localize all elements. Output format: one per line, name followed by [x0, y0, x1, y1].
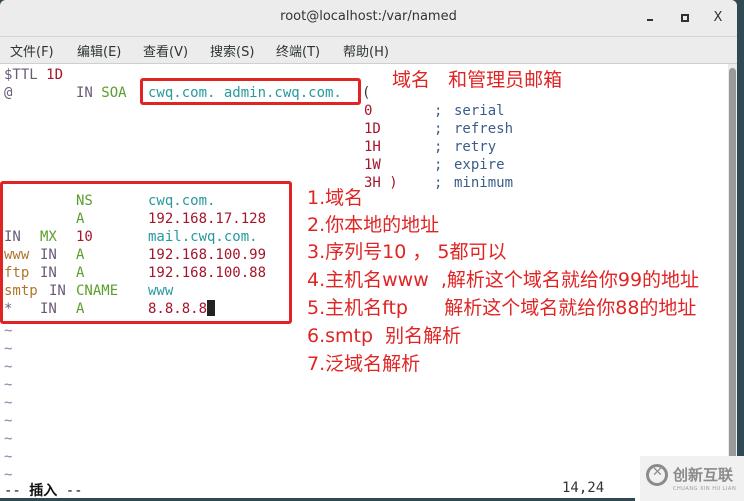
menu-help[interactable]: 帮助(H) [343, 41, 389, 60]
maximize-icon [681, 14, 689, 22]
soa-annotation: 域名 和管理员邮箱 [392, 69, 563, 91]
cursor-position: 14,24 [562, 480, 605, 496]
menu-search[interactable]: 搜索(S) [210, 41, 254, 60]
minimize-button[interactable] [640, 8, 660, 28]
watermark-subtext: CHUANG XIN HU LIAN [673, 486, 737, 492]
insert-mode-indicator: 插入 [29, 483, 58, 499]
soa-line: @ [4, 84, 12, 102]
soa-serial-comment-char: ; [434, 103, 443, 119]
mode-prefix: -- [4, 483, 30, 499]
soa-minimum-value: 3H ) [364, 175, 398, 191]
soa-retry-comment: retry [454, 139, 497, 155]
soa-serial-value: 0 [364, 103, 373, 119]
annotation-2: 2.你本地的地址 [307, 214, 440, 236]
ttl-value: 1D [46, 67, 64, 83]
soa-type: SOA [101, 85, 127, 101]
soa-expire-value: 1W [364, 157, 381, 173]
annotation-3: 3.序列号10 ， 5都可以 [307, 241, 507, 263]
soa-expire-comment-char: ; [434, 157, 443, 173]
soa-serial-comment: serial [454, 103, 505, 119]
annotation-7: 7.泛域名解析 [307, 353, 421, 375]
soa-minimum-comment-char: ; [434, 175, 443, 191]
vim-status-line: -- 插入 -- [4, 480, 83, 499]
window-title: root@localhost:/var/named [280, 9, 457, 24]
empty-line-marker: ~ [4, 413, 13, 429]
soa-retry-comment-char: ; [434, 139, 443, 155]
minimize-icon [647, 19, 653, 21]
empty-line-marker: ~ [4, 377, 13, 393]
close-button[interactable]: X [708, 8, 728, 28]
empty-line-marker: ~ [4, 395, 13, 411]
annotation-6: 6.smtp 别名解析 [307, 325, 462, 347]
annotation-5: 5.主机名ftp 解析这个域名就给你88的地址 [307, 297, 697, 319]
soa-refresh-comment-char: ; [434, 121, 443, 137]
soa-highlight-box [140, 78, 361, 105]
soa-class-type: IN SOA [76, 84, 127, 102]
menu-file[interactable]: 文件(F) [10, 41, 54, 60]
empty-line-marker: ~ [4, 341, 13, 357]
menu-edit[interactable]: 编辑(E) [77, 41, 121, 60]
ttl-line: $TTL 1D [4, 66, 63, 84]
records-highlight-box [0, 181, 292, 324]
empty-line-marker: ~ [4, 359, 13, 375]
menu-view[interactable]: 查看(V) [143, 41, 188, 60]
ttl-directive: $TTL [4, 67, 38, 83]
terminal-window: root@localhost:/var/named X 文件(F) 编辑(E) … [0, 0, 737, 501]
origin-symbol: @ [4, 85, 13, 101]
soa-open-paren: ( [362, 85, 371, 101]
empty-line-marker: ~ [4, 431, 13, 447]
soa-refresh-value: 1D [364, 121, 381, 137]
watermark-text: 创新互联 [673, 466, 734, 484]
empty-line-marker: ~ [4, 323, 13, 339]
annotation-4: 4.主机名www ,解析这个域名就给你99的地址 [307, 269, 700, 291]
menu-bar: 文件(F) 编辑(E) 查看(V) 搜索(S) 终端(T) 帮助(H) [0, 37, 737, 64]
soa-minimum-comment: minimum [454, 175, 514, 191]
vertical-scrollbar[interactable] [728, 64, 737, 494]
watermark-logo-icon [646, 464, 668, 486]
mode-suffix: -- [57, 483, 83, 499]
annotation-1: 1.域名 [307, 187, 364, 209]
soa-refresh-comment: refresh [454, 121, 514, 137]
title-bar[interactable]: root@localhost:/var/named X [0, 0, 737, 37]
empty-line-marker: ~ [4, 449, 13, 465]
soa-retry-value: 1H [364, 139, 381, 155]
soa-expire-comment: expire [454, 157, 505, 173]
maximize-button[interactable] [675, 8, 695, 28]
watermark: 创新互联 CHUANG XIN HU LIAN [640, 456, 744, 501]
soa-class: IN [76, 85, 93, 101]
menu-terminal[interactable]: 终端(T) [276, 41, 320, 60]
scrollbar-thumb[interactable] [729, 68, 736, 488]
